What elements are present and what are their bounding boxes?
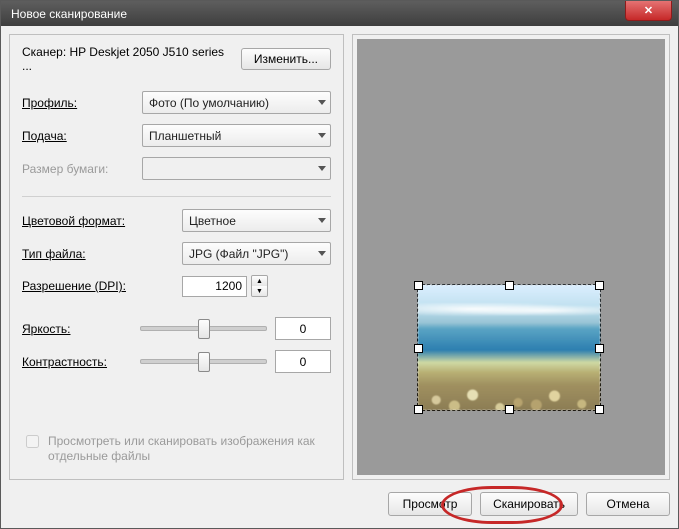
resize-handle[interactable]	[595, 281, 604, 290]
color-format-label: Цветовой формат:	[22, 214, 182, 228]
resize-handle[interactable]	[414, 405, 423, 414]
close-icon: ✕	[644, 4, 653, 17]
brightness-label: Яркость:	[22, 322, 132, 336]
preview-image	[418, 285, 600, 410]
brightness-value[interactable]	[275, 317, 331, 340]
file-type-select[interactable]: JPG (Файл "JPG")	[182, 242, 331, 265]
close-button[interactable]: ✕	[625, 1, 672, 21]
dialog-footer: Просмотр Сканировать Отмена	[9, 488, 670, 520]
crop-marquee[interactable]	[417, 284, 601, 411]
separate-files-checkbox	[26, 435, 39, 448]
feed-value: Планшетный	[149, 129, 221, 143]
resize-handle[interactable]	[505, 281, 514, 290]
resize-handle[interactable]	[595, 344, 604, 353]
chevron-down-icon	[318, 251, 326, 256]
resize-handle[interactable]	[505, 405, 514, 414]
cancel-button[interactable]: Отмена	[586, 492, 670, 516]
profile-label: Профиль:	[22, 96, 142, 110]
slider-thumb[interactable]	[198, 319, 210, 339]
scan-button[interactable]: Сканировать	[480, 492, 578, 516]
titlebar[interactable]: Новое сканирование ✕	[1, 1, 678, 26]
spin-down-icon[interactable]: ▼	[252, 286, 267, 296]
feed-select[interactable]: Планшетный	[142, 124, 331, 147]
profile-value: Фото (По умолчанию)	[149, 96, 269, 110]
paper-size-select	[142, 157, 331, 180]
separator	[22, 196, 331, 197]
resize-handle[interactable]	[414, 344, 423, 353]
preview-button[interactable]: Просмотр	[388, 492, 472, 516]
dpi-spinner[interactable]: ▲ ▼	[251, 275, 268, 297]
spin-up-icon[interactable]: ▲	[252, 276, 267, 286]
scan-dialog-window: Новое сканирование ✕ Сканер: HP Deskjet …	[0, 0, 679, 529]
file-type-value: JPG (Файл "JPG")	[189, 247, 288, 261]
profile-select[interactable]: Фото (По умолчанию)	[142, 91, 331, 114]
change-scanner-button[interactable]: Изменить...	[241, 48, 331, 70]
contrast-value[interactable]	[275, 350, 331, 373]
scanner-label: Сканер: HP Deskjet 2050 J510 series ...	[22, 45, 233, 73]
color-format-select[interactable]: Цветное	[182, 209, 331, 232]
color-format-value: Цветное	[189, 214, 236, 228]
feed-label: Подача:	[22, 129, 142, 143]
slider-thumb[interactable]	[198, 352, 210, 372]
paper-size-label: Размер бумаги:	[22, 162, 142, 176]
resize-handle[interactable]	[414, 281, 423, 290]
dpi-label: Разрешение (DPI):	[22, 279, 182, 293]
window-title: Новое сканирование	[11, 7, 127, 21]
separate-files-label: Просмотреть или сканировать изображения …	[48, 434, 331, 465]
preview-surface[interactable]	[357, 39, 665, 475]
chevron-down-icon	[318, 100, 326, 105]
resize-handle[interactable]	[595, 405, 604, 414]
chevron-down-icon	[318, 166, 326, 171]
file-type-label: Тип файла:	[22, 247, 182, 261]
brightness-slider[interactable]	[140, 319, 267, 339]
contrast-label: Контрастность:	[22, 355, 132, 369]
dpi-input[interactable]	[182, 276, 247, 297]
contrast-slider[interactable]	[140, 352, 267, 372]
preview-panel	[352, 34, 670, 480]
chevron-down-icon	[318, 218, 326, 223]
settings-panel: Сканер: HP Deskjet 2050 J510 series ... …	[9, 34, 344, 480]
chevron-down-icon	[318, 133, 326, 138]
